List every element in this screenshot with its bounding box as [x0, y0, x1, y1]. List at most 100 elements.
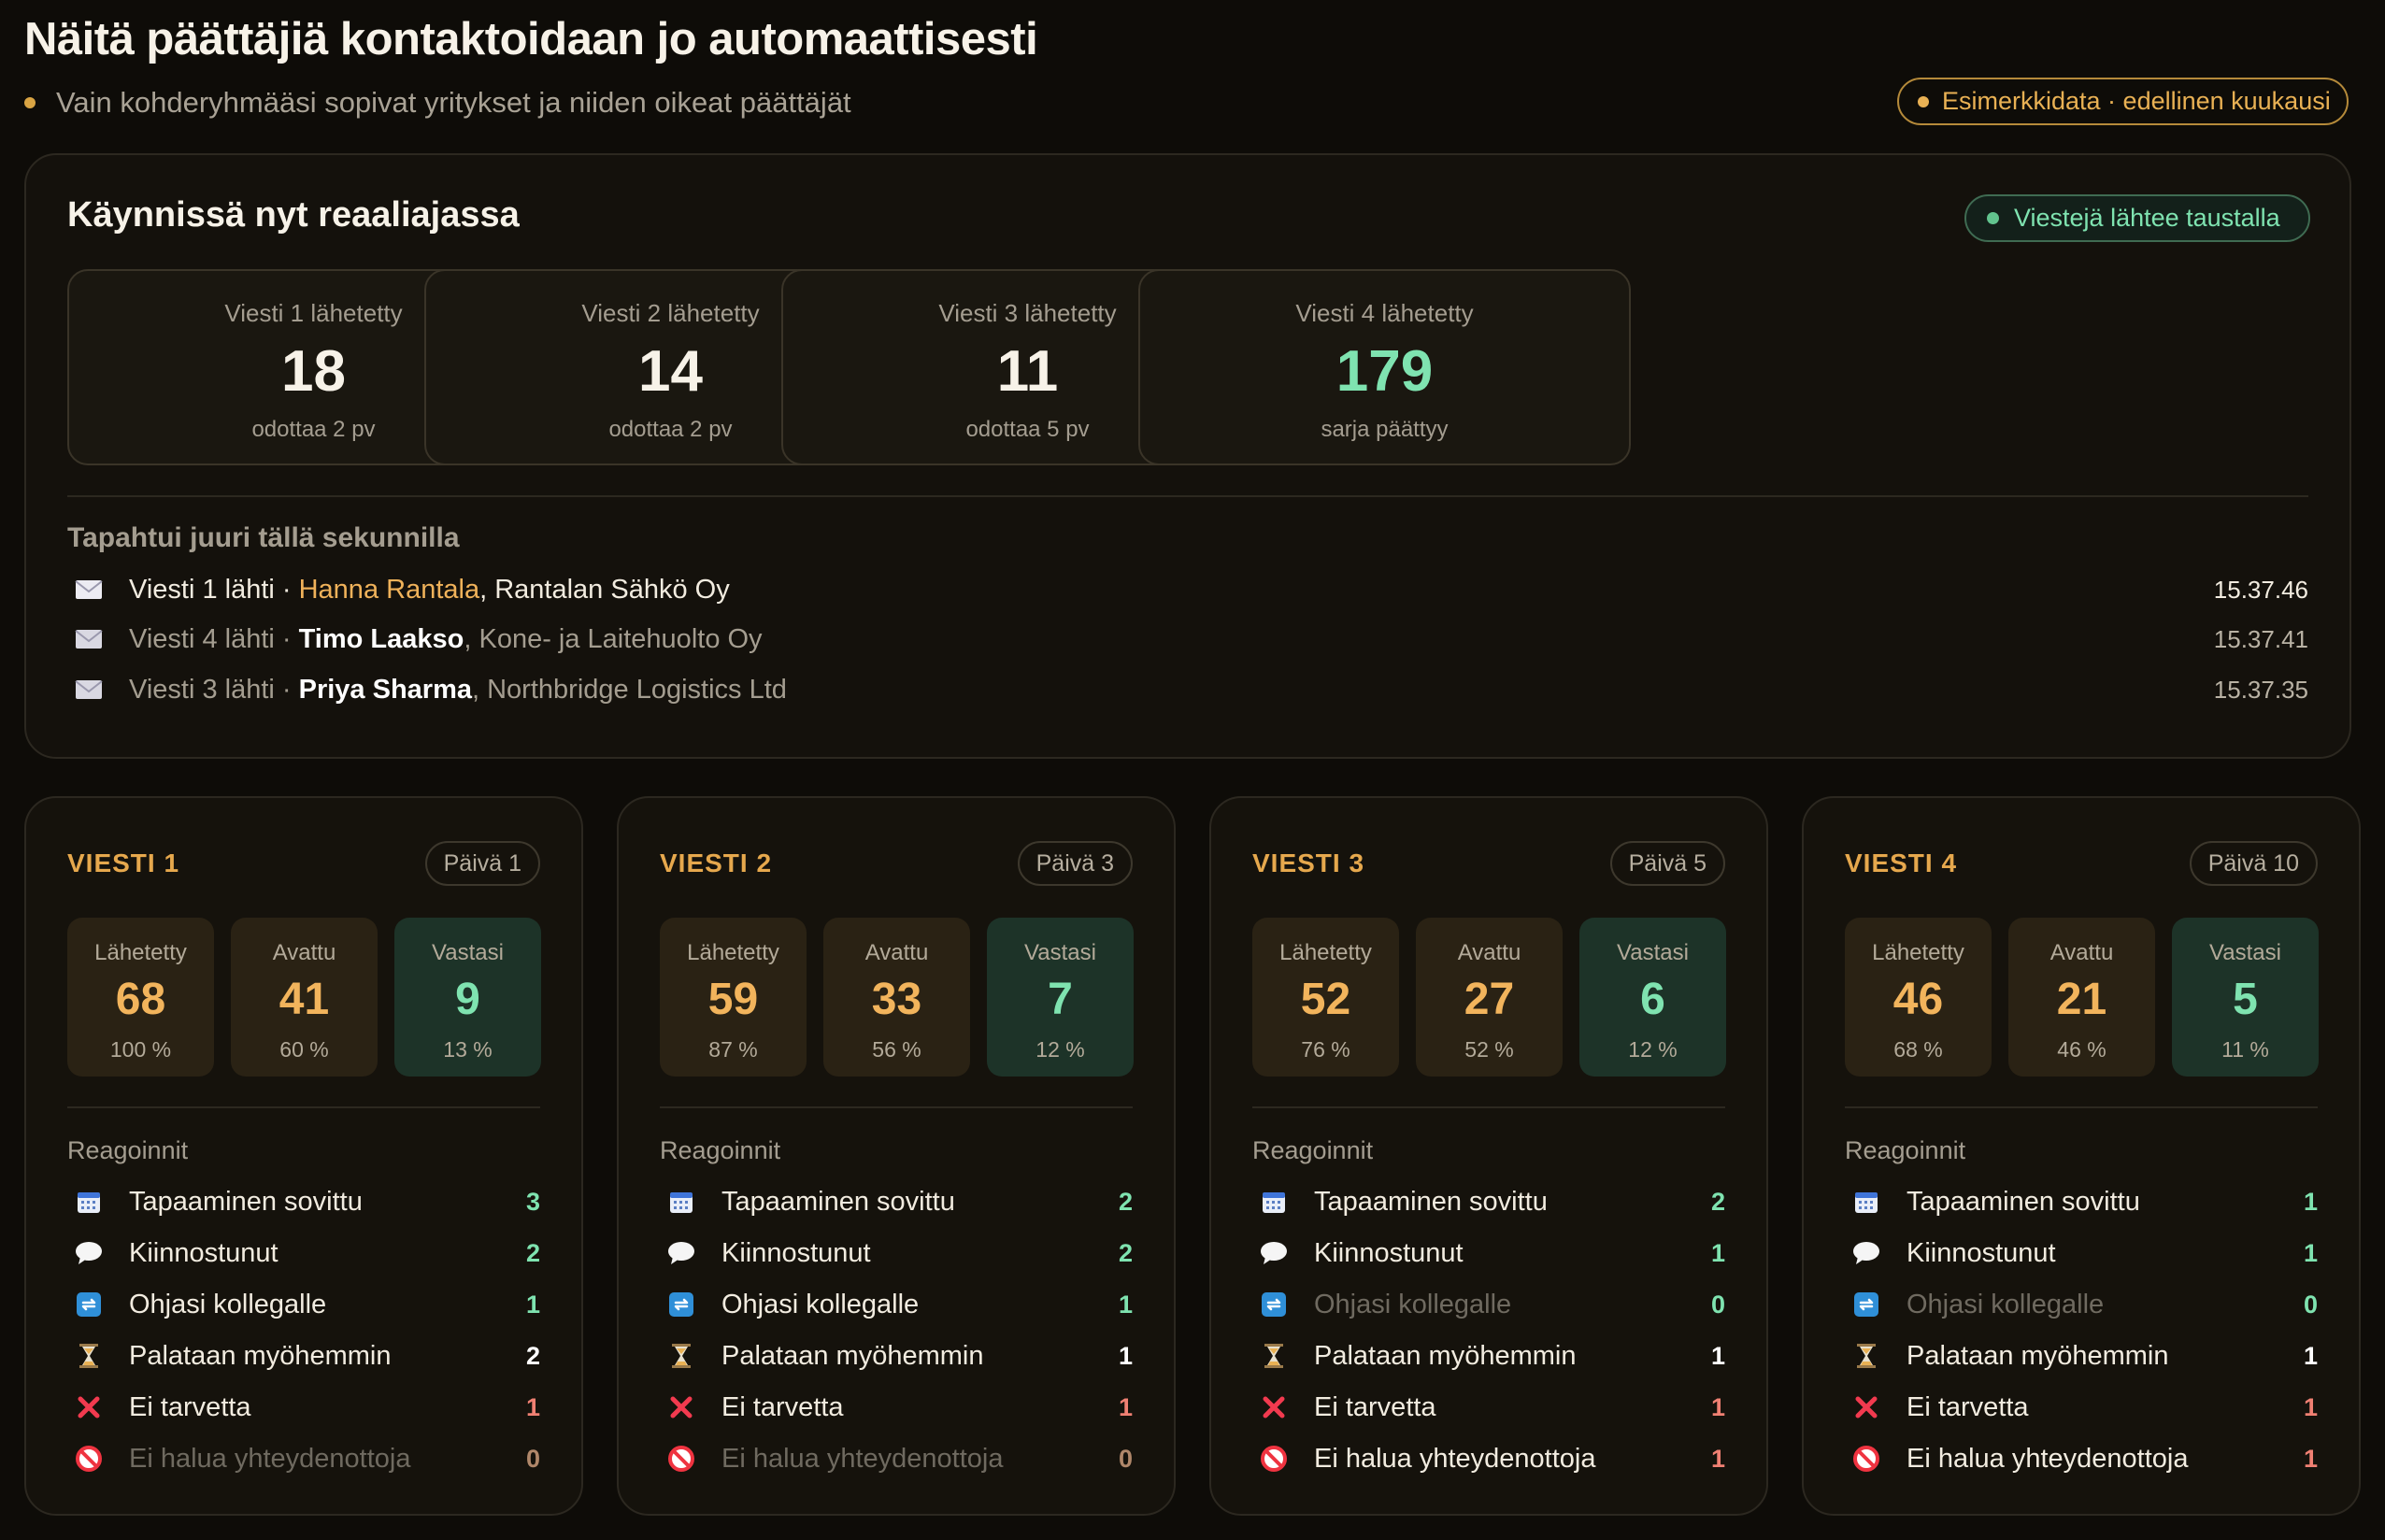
forward-icon [75, 1290, 103, 1319]
reaction-row: Kiinnostunut 2 [75, 1234, 540, 1272]
reaction-count: 1 [1118, 1290, 1133, 1319]
metric-percent: 12 % [1628, 1037, 1678, 1062]
page-subtitle: Vain kohderyhmääsi sopivat yritykset ja … [24, 86, 851, 120]
reaction-row: Ei halua yhteydenottoja 0 [75, 1440, 540, 1477]
metric-replied: Vastasi 9 13 % [394, 918, 541, 1077]
divider [67, 1106, 540, 1108]
message-card-2: VIESTI 2 Päivä 3 Lähetetty 59 87 % Avatt… [617, 796, 1176, 1516]
speech-bubble-icon [1852, 1239, 1880, 1267]
metric-percent: 60 % [279, 1037, 329, 1062]
speech-bubble-icon [75, 1239, 103, 1267]
day-badge: Päivä 3 [1017, 841, 1133, 886]
reaction-row: Tapaaminen sovittu 1 [1852, 1183, 2318, 1220]
reaction-count: 1 [1710, 1392, 1725, 1421]
event-prefix: Viesti 1 lähti · [129, 574, 299, 605]
envelope-icon [75, 580, 103, 599]
forward-icon [1852, 1290, 1880, 1319]
event-text: Viesti 3 lähti · Priya Sharma, Northbrid… [129, 675, 2214, 706]
background-sending-label: Viestejä lähtee taustalla [2014, 204, 2280, 232]
metric-percent: 100 % [109, 1037, 172, 1062]
metric-label: Vastasi [432, 940, 504, 965]
step-count: 179 [1335, 339, 1434, 404]
message-card-4: VIESTI 4 Päivä 10 Lähetetty 46 68 % Avat… [1802, 796, 2361, 1516]
calendar-icon [1260, 1188, 1288, 1216]
event-text: Viesti 1 lähti · Hanna Rantala, Rantalan… [129, 575, 2214, 606]
reaction-count: 1 [2303, 1238, 2318, 1267]
metric-value: 33 [871, 975, 922, 1024]
reaction-label: Ei halua yhteydenottoja [129, 1443, 411, 1474]
reaction-count: 1 [2303, 1444, 2318, 1473]
reaction-label: Palataan myöhemmin [1907, 1340, 2169, 1371]
day-badge: Päivä 1 [424, 841, 540, 886]
reaction-label: Palataan myöhemmin [129, 1340, 392, 1371]
metric-value: 46 [1892, 975, 1944, 1024]
metric-label: Lähetetty [1279, 940, 1372, 965]
reaction-row: Palataan myöhemmin 1 [667, 1337, 1133, 1375]
hourglass-icon [75, 1342, 103, 1370]
metric-sent: Lähetetty 52 76 % [1252, 918, 1399, 1077]
prohibited-icon [667, 1445, 695, 1473]
metric-label: Avattu [272, 940, 336, 965]
prohibited-icon [1260, 1445, 1288, 1473]
subtitle-text: Vain kohderyhmääsi sopivat yritykset ja … [56, 86, 851, 119]
event-person: Priya Sharma [298, 674, 472, 705]
reaction-count: 1 [2303, 1187, 2318, 1216]
calendar-icon [75, 1188, 103, 1216]
metric-value: 6 [1640, 975, 1665, 1024]
event-person: Timo Laakso [298, 623, 464, 654]
speech-bubble-icon [1260, 1239, 1288, 1267]
reaction-label: Ei halua yhteydenottoja [1314, 1443, 1596, 1474]
divider [660, 1106, 1133, 1108]
metric-label: Lähetetty [94, 940, 187, 965]
metric-label: Avattu [1457, 940, 1521, 965]
reactions-title: Reagoinnit [660, 1136, 781, 1164]
reaction-count: 1 [2303, 1392, 2318, 1421]
envelope-icon [75, 680, 103, 699]
reaction-row: Ei tarvetta 1 [75, 1389, 540, 1426]
reaction-row: Palataan myöhemmin 1 [1260, 1337, 1725, 1375]
event-company: , Northbridge Logistics Ltd [472, 674, 787, 705]
metric-opened: Avattu 21 46 % [2008, 918, 2155, 1077]
reaction-count: 0 [2303, 1290, 2318, 1319]
reaction-label: Kiinnostunut [721, 1237, 871, 1268]
metric-label: Vastasi [2209, 940, 2281, 965]
message-card-1: VIESTI 1 Päivä 1 Lähetetty 68 100 % Avat… [24, 796, 583, 1516]
card-title: VIESTI 2 [660, 848, 773, 877]
reaction-label: Palataan myöhemmin [1314, 1340, 1577, 1371]
cross-icon [75, 1393, 103, 1421]
metric-value: 59 [707, 975, 759, 1024]
metric-replied: Vastasi 5 11 % [2172, 918, 2319, 1077]
event-time: 15.37.46 [2213, 575, 2308, 604]
metric-replied: Vastasi 7 12 % [987, 918, 1134, 1077]
event-company: , Rantalan Sähkö Oy [479, 574, 730, 605]
reaction-label: Kiinnostunut [1314, 1237, 1464, 1268]
event-time: 15.37.35 [2213, 675, 2308, 704]
reaction-row: Palataan myöhemmin 2 [75, 1337, 540, 1375]
metric-percent: 11 % [2221, 1037, 2269, 1062]
event-row: Viesti 1 lähti · Hanna Rantala, Rantalan… [75, 569, 2308, 610]
metric-value: 21 [2056, 975, 2107, 1024]
metric-opened: Avattu 41 60 % [231, 918, 378, 1077]
reaction-row: Ohjasi kollegalle 0 [1260, 1286, 1725, 1323]
reaction-count: 0 [525, 1444, 540, 1473]
events-title: Tapahtui juuri tällä sekunnilla [67, 522, 460, 553]
step-label: Viesti 4 lähetetty [1295, 299, 1474, 327]
reaction-count: 2 [1118, 1238, 1133, 1267]
envelope-icon [75, 630, 103, 649]
reaction-label: Ohjasi kollegalle [1314, 1289, 1512, 1319]
event-prefix: Viesti 3 lähti · [129, 674, 299, 705]
reaction-label: Ei halua yhteydenottoja [1907, 1443, 2189, 1474]
reaction-count: 1 [525, 1290, 540, 1319]
metric-percent: 87 % [708, 1037, 758, 1062]
status-dot-icon [1918, 95, 1929, 107]
metric-value: 41 [278, 975, 330, 1024]
cross-icon [1260, 1393, 1288, 1421]
cross-icon [1852, 1393, 1880, 1421]
live-panel-title: Käynnissä nyt reaaliajassa [67, 195, 520, 235]
reaction-count: 1 [2303, 1341, 2318, 1370]
reaction-label: Ohjasi kollegalle [129, 1289, 327, 1319]
calendar-icon [667, 1188, 695, 1216]
reaction-label: Ei tarvetta [721, 1391, 844, 1422]
reaction-label: Ohjasi kollegalle [721, 1289, 920, 1319]
reaction-count: 1 [1710, 1238, 1725, 1267]
